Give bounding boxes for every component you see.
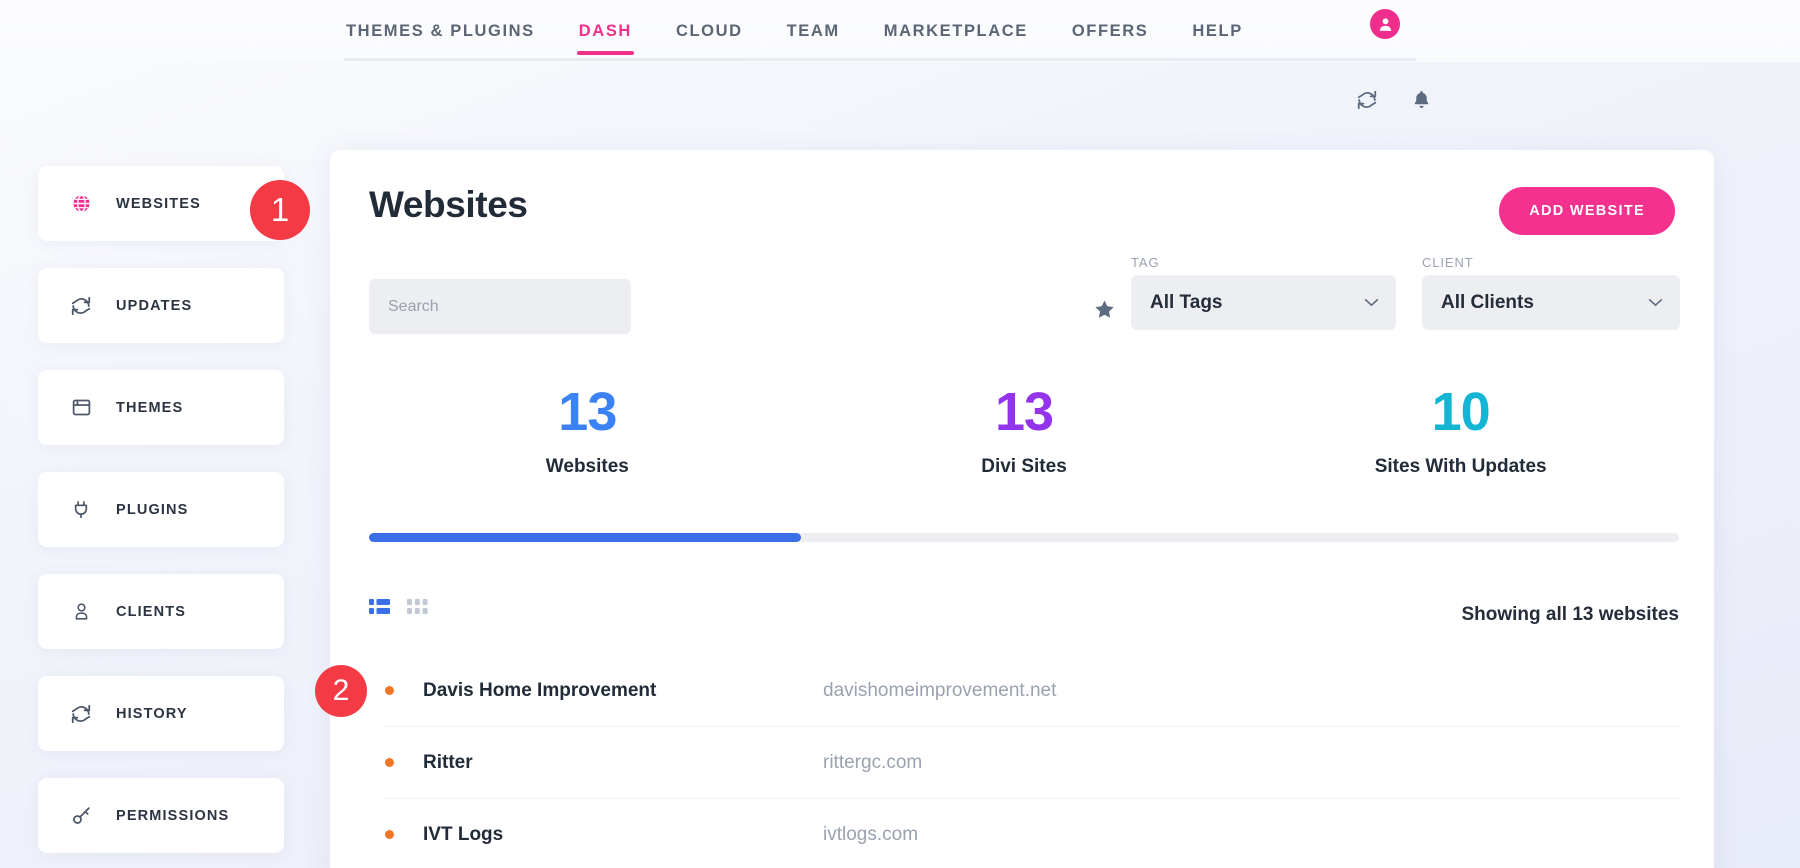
sidebar-navigation: WEBSITES UPDATES THEMES PLUGINS CLIENTS … [38, 166, 284, 868]
sidebar-item-label: UPDATES [116, 297, 193, 314]
stat-websites: 13 Websites [369, 382, 806, 478]
nav-item-cloud[interactable]: CLOUD [674, 0, 745, 62]
sidebar-item-label: PLUGINS [116, 501, 189, 518]
top-nav-items: THEMES & PLUGINS DASH CLOUD TEAM MARKETP… [344, 0, 1245, 62]
nav-item-marketplace[interactable]: MARKETPLACE [882, 0, 1030, 62]
sidebar-item-permissions[interactable]: PERMISSIONS [38, 778, 284, 853]
tag-filter-value: All Tags [1150, 291, 1223, 313]
nav-bottom-divider [344, 58, 1416, 61]
nav-label: HELP [1192, 21, 1243, 40]
list-view-icon[interactable] [369, 598, 390, 620]
star-favorite-icon[interactable] [1093, 298, 1116, 326]
status-dot-icon [385, 830, 394, 839]
nav-label: DASH [578, 21, 632, 40]
nav-label: MARKETPLACE [883, 21, 1028, 40]
nav-item-themes-plugins[interactable]: THEMES & PLUGINS [344, 0, 537, 62]
site-name: Ritter [423, 751, 473, 773]
stat-value: 10 [1431, 382, 1491, 442]
client-filter-select[interactable]: All Clients [1422, 275, 1680, 330]
stat-value: 13 [558, 382, 617, 442]
plug-icon [66, 499, 96, 520]
page-title: Websites [369, 184, 528, 225]
sidebar-item-history[interactable]: HISTORY [38, 676, 284, 751]
site-url: ivtlogs.com [823, 823, 919, 845]
stat-label: Divi Sites [981, 456, 1067, 478]
globe-icon [66, 193, 96, 214]
sidebar-item-clients[interactable]: CLIENTS [38, 574, 284, 649]
table-row[interactable]: Davis Home Improvement davishomeimprovem… [385, 655, 1679, 727]
subbar-action-icons [1356, 88, 1432, 111]
nav-item-offers[interactable]: OFFERS [1070, 0, 1151, 62]
status-dot-icon [385, 686, 394, 695]
stat-divi-sites: 13 Divi Sites [806, 382, 1243, 478]
top-navigation-bar: THEMES & PLUGINS DASH CLOUD TEAM MARKETP… [0, 0, 1800, 62]
nav-label: THEMES & PLUGINS [346, 21, 535, 40]
stat-label: Websites [545, 456, 629, 478]
panel-header: Websites ADD WEBSITE [369, 184, 1675, 240]
site-name: Davis Home Improvement [423, 679, 657, 701]
nav-item-help[interactable]: HELP [1190, 0, 1244, 62]
sidebar-item-label: PERMISSIONS [116, 807, 230, 824]
tag-filter-label: TAG [1131, 255, 1160, 270]
sidebar-item-label: CLIENTS [116, 603, 187, 620]
refresh-icon [66, 703, 96, 725]
stats-summary-row: 13 Websites 13 Divi Sites 10 Sites With … [369, 382, 1679, 478]
websites-list: Davis Home Improvement davishomeimprovem… [385, 655, 1679, 868]
key-icon [66, 805, 96, 826]
updates-progress-bar [369, 533, 1679, 542]
client-filter-group: CLIENT All Clients [1422, 255, 1680, 330]
stat-label: Sites With Updates [1374, 456, 1547, 478]
nav-label: CLOUD [675, 21, 743, 40]
refresh-icon [66, 295, 96, 317]
sidebar-item-label: THEMES [116, 399, 184, 416]
sidebar-item-websites[interactable]: WEBSITES [38, 166, 284, 241]
stat-value: 13 [994, 382, 1054, 442]
sidebar-item-label: WEBSITES [116, 195, 201, 212]
site-url: davishomeimprovement.net [823, 679, 1057, 701]
site-url: rittergc.com [823, 751, 923, 773]
stat-sites-with-updates: 10 Sites With Updates [1242, 382, 1679, 478]
client-filter-value: All Clients [1441, 291, 1534, 313]
window-icon [66, 397, 96, 418]
person-icon [66, 601, 96, 622]
progress-fill [369, 533, 802, 542]
sidebar-item-themes[interactable]: THEMES [38, 370, 284, 445]
site-name: IVT Logs [423, 823, 504, 845]
filter-row: TAG All Tags CLIENT All Clients [369, 255, 1680, 345]
add-website-button[interactable]: ADD WEBSITE [1499, 187, 1675, 235]
sidebar-item-label: HISTORY [116, 705, 188, 722]
annotation-badge-2: 2 [315, 665, 367, 717]
notification-bell-icon[interactable] [1411, 88, 1432, 111]
user-avatar-icon[interactable] [1370, 9, 1400, 39]
table-row[interactable]: Ritter rittergc.com [385, 727, 1679, 799]
chevron-down-icon [1648, 294, 1663, 312]
sidebar-item-updates[interactable]: UPDATES [38, 268, 284, 343]
sidebar-item-plugins[interactable]: PLUGINS [38, 472, 284, 547]
grid-view-icon[interactable] [407, 598, 428, 620]
search-input[interactable] [369, 279, 631, 334]
status-dot-icon [385, 758, 394, 767]
list-toolbar: Showing all 13 websites [369, 598, 1679, 640]
nav-label: OFFERS [1071, 21, 1149, 40]
sync-refresh-icon[interactable] [1356, 89, 1378, 111]
tag-filter-group: TAG All Tags [1131, 255, 1396, 330]
showing-count-text: Showing all 13 websites [1461, 604, 1679, 625]
tag-filter-select[interactable]: All Tags [1131, 275, 1396, 330]
nav-item-team[interactable]: TEAM [785, 0, 842, 62]
nav-label: TEAM [786, 21, 840, 40]
chevron-down-icon [1364, 294, 1379, 312]
nav-item-dash[interactable]: DASH [576, 0, 635, 62]
annotation-badge-1: 1 [250, 180, 310, 240]
client-filter-label: CLIENT [1422, 255, 1474, 270]
table-row[interactable]: IVT Logs ivtlogs.com [385, 799, 1679, 868]
